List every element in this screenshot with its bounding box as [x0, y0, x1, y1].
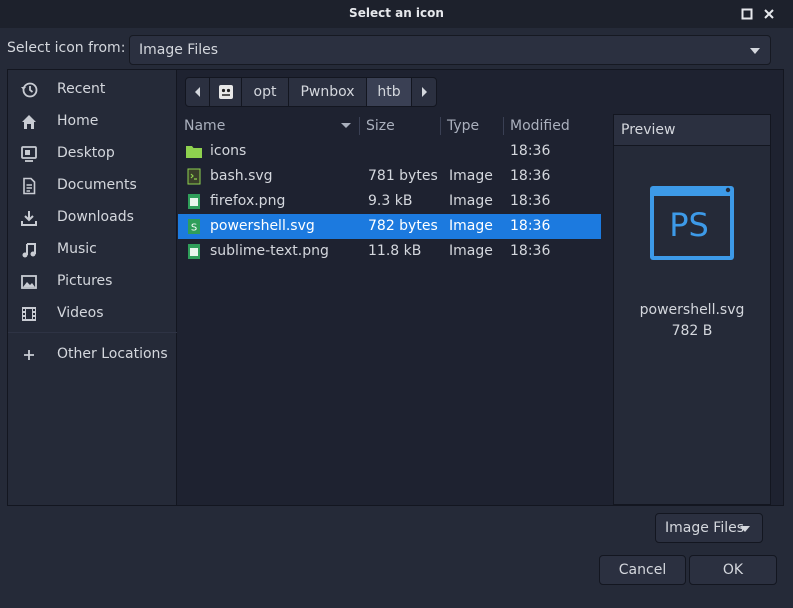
powershell-preview-icon: PS — [650, 186, 734, 260]
close-icon[interactable] — [762, 7, 776, 21]
sort-descending-icon — [341, 123, 351, 128]
svg-file-icon: S — [188, 219, 200, 234]
preview-header: Preview — [614, 115, 770, 146]
chevron-down-icon — [740, 526, 750, 532]
path-segment-htb[interactable]: htb — [367, 78, 412, 106]
file-row-firefox[interactable]: firefox.png 9.3 kB Image 18:36 — [178, 189, 601, 214]
preview-filesize: 782 B — [671, 323, 713, 339]
sidebar-item-label: Documents — [57, 177, 137, 193]
preview-title: Preview — [621, 122, 676, 138]
svg-text:S: S — [191, 223, 197, 234]
file-name: sublime-text.png — [210, 243, 329, 259]
sidebar-item-label: Downloads — [57, 209, 134, 225]
svg-file-icon — [187, 168, 201, 185]
sidebar-item-label: Desktop — [57, 145, 115, 161]
chevron-left-icon — [194, 87, 200, 97]
file-modified: 18:36 — [510, 193, 551, 209]
file-type: Image — [449, 193, 493, 209]
clock-icon — [21, 82, 38, 98]
sidebar-item-pictures[interactable]: Pictures — [8, 267, 177, 297]
file-modified: 18:36 — [510, 143, 551, 159]
path-bar: opt Pwnbox htb — [185, 77, 437, 107]
window-title: Select an icon — [349, 6, 444, 20]
sidebar-item-label: Recent — [57, 81, 106, 97]
column-separator — [503, 117, 504, 135]
file-type: Image — [449, 243, 493, 259]
path-segment-opt[interactable]: opt — [242, 78, 289, 106]
file-row-icons[interactable]: icons 18:36 — [178, 139, 601, 164]
chevron-down-icon — [750, 48, 760, 54]
file-name: powershell.svg — [210, 218, 315, 234]
file-name: bash.svg — [210, 168, 273, 184]
source-dropdown[interactable]: Image Files — [129, 35, 771, 65]
file-type: Image — [449, 218, 493, 234]
preview-filename: powershell.svg — [639, 302, 745, 318]
file-type: Image — [449, 168, 493, 184]
sidebar-item-label: Music — [57, 241, 97, 257]
select-from-label: Select icon from: — [7, 40, 126, 56]
source-dropdown-value: Image Files — [139, 42, 219, 58]
file-modified: 18:36 — [510, 218, 551, 234]
chevron-right-icon — [422, 87, 427, 97]
preview-icon-text: PS — [669, 206, 709, 244]
file-modified: 18:36 — [510, 168, 551, 184]
file-row-sublime-text[interactable]: sublime-text.png 11.8 kB Image 18:36 — [178, 239, 601, 264]
file-row-bash[interactable]: bash.svg 781 bytes Image 18:36 — [178, 164, 601, 189]
sidebar-item-videos[interactable]: Videos — [8, 299, 177, 329]
column-separator — [440, 117, 441, 135]
sidebar-item-documents[interactable]: Documents — [8, 171, 177, 201]
file-row-powershell[interactable]: S powershell.svg 782 bytes Image 18:36 — [178, 214, 601, 239]
file-size: 782 bytes — [368, 218, 438, 234]
png-file-icon — [188, 194, 200, 209]
sidebar-separator — [8, 332, 177, 333]
file-size: 781 bytes — [368, 168, 438, 184]
file-name: icons — [210, 143, 247, 159]
sidebar-item-home[interactable]: Home — [8, 107, 177, 137]
sidebar-item-music[interactable]: Music — [8, 235, 177, 265]
film-icon — [22, 307, 36, 321]
places-sidebar: Recent Home Desktop Documents Downloads — [8, 70, 177, 505]
maximize-icon[interactable] — [740, 7, 754, 21]
desktop-icon — [21, 146, 37, 162]
sidebar-item-label: Pictures — [57, 273, 113, 289]
path-forward-button[interactable] — [412, 78, 436, 106]
file-size: 11.8 kB — [368, 243, 422, 259]
sidebar-item-label: Home — [57, 113, 99, 129]
document-icon — [23, 177, 36, 195]
download-icon — [21, 211, 37, 226]
file-name: firefox.png — [210, 193, 286, 209]
file-modified: 18:36 — [510, 243, 551, 259]
sidebar-item-recent[interactable]: Recent — [8, 75, 177, 105]
path-back-button[interactable] — [186, 78, 210, 106]
path-root-button[interactable] — [210, 78, 242, 106]
sidebar-item-label: Videos — [57, 305, 104, 321]
png-file-icon — [188, 244, 200, 259]
sidebar-item-label: Other Locations — [57, 346, 168, 362]
file-type-filter-value: Image Files — [665, 520, 745, 536]
picture-icon — [21, 275, 37, 289]
title-bar: Select an icon — [0, 0, 793, 28]
plus-icon — [24, 350, 34, 360]
folder-icon — [186, 146, 202, 158]
ok-button[interactable]: OK — [689, 555, 777, 585]
drive-icon — [218, 85, 233, 99]
cancel-button[interactable]: Cancel — [599, 555, 686, 585]
sidebar-item-downloads[interactable]: Downloads — [8, 203, 177, 233]
sidebar-item-desktop[interactable]: Desktop — [8, 139, 177, 169]
column-separator — [359, 117, 360, 135]
file-type-filter[interactable]: Image Files — [655, 513, 763, 543]
file-size: 9.3 kB — [368, 193, 413, 209]
music-note-icon — [22, 243, 36, 258]
home-icon — [22, 115, 36, 129]
path-segment-pwnbox[interactable]: Pwnbox — [289, 78, 367, 106]
sidebar-item-other-locations[interactable]: Other Locations — [8, 340, 177, 370]
